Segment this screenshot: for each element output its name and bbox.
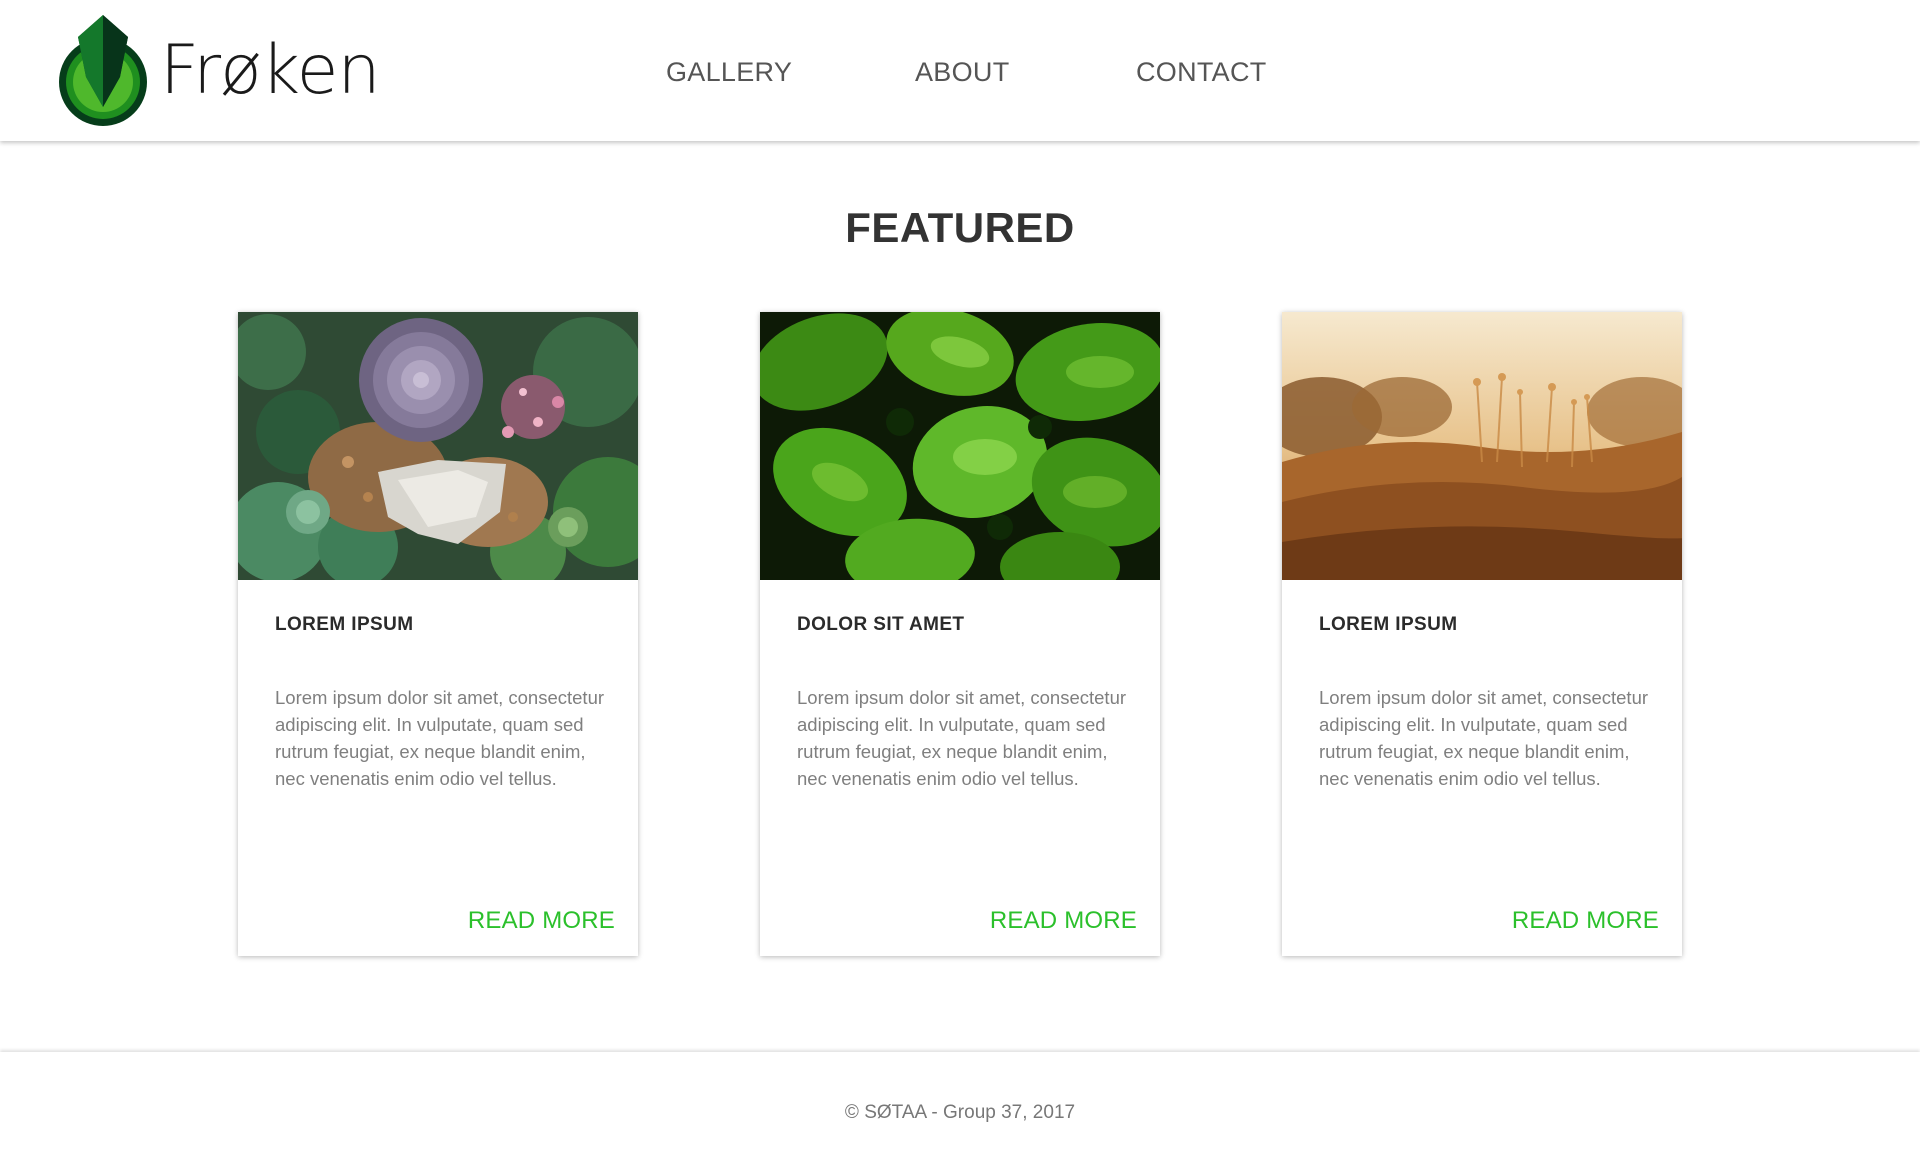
read-more-link[interactable]: READ MORE bbox=[1512, 905, 1659, 937]
nav-contact[interactable]: CONTACT bbox=[1136, 52, 1267, 92]
read-more-link[interactable]: READ MORE bbox=[990, 905, 1137, 937]
card-text: Lorem ipsum dolor sit amet, consectetur … bbox=[275, 687, 605, 789]
featured-title: FEATURED bbox=[845, 204, 1075, 251]
read-more-link[interactable]: READ MORE bbox=[468, 905, 615, 937]
leaves-image bbox=[760, 312, 1160, 580]
nav-about[interactable]: ABOUT bbox=[915, 52, 1010, 92]
site-header: Frøken GALLERY ABOUT CONTACT bbox=[0, 0, 1920, 141]
card-title: LOREM IPSUM bbox=[275, 614, 414, 635]
nav-gallery[interactable]: GALLERY bbox=[666, 52, 792, 92]
card-title: LOREM IPSUM bbox=[1319, 614, 1458, 635]
main-nav: GALLERY ABOUT CONTACT bbox=[0, 52, 1920, 92]
card-text: Lorem ipsum dolor sit amet, consectetur … bbox=[797, 687, 1127, 789]
featured-card: LOREM IPSUM Lorem ipsum dolor sit amet, … bbox=[238, 312, 638, 956]
succulents-image bbox=[238, 312, 638, 580]
featured-card: DOLOR SIT AMET Lorem ipsum dolor sit ame… bbox=[760, 312, 1160, 956]
card-title: DOLOR SIT AMET bbox=[797, 614, 965, 635]
featured-card: LOREM IPSUM Lorem ipsum dolor sit amet, … bbox=[1282, 312, 1682, 956]
site-footer: © SØTAA - Group 37, 2017 bbox=[0, 1052, 1920, 1171]
card-text: Lorem ipsum dolor sit amet, consectetur … bbox=[1319, 687, 1649, 789]
golden-field-image bbox=[1282, 312, 1682, 580]
copyright-text: © SØTAA - Group 37, 2017 bbox=[844, 1102, 1076, 1123]
